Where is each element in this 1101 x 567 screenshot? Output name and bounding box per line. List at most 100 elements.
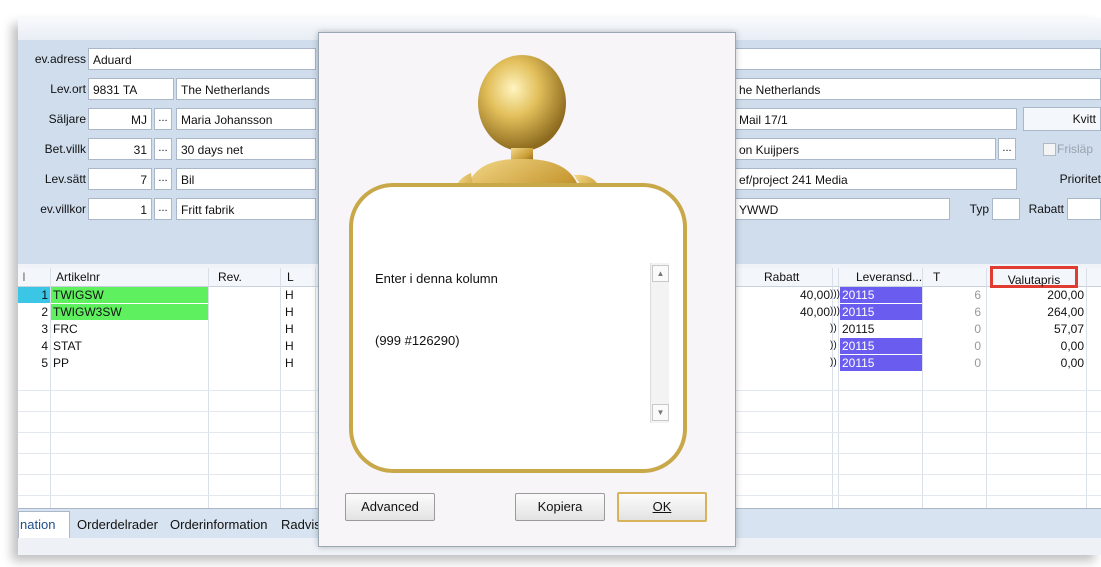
lev-villkor-label: ev.villkor (40, 202, 86, 216)
l-cell[interactable]: H (285, 321, 294, 337)
lev-country-field[interactable]: The Netherlands (176, 78, 316, 100)
t-header[interactable]: T (933, 268, 940, 286)
lev-satt-lookup-button[interactable]: ... (154, 168, 172, 190)
bet-villk-lookup-button[interactable]: ... (154, 138, 172, 160)
valutapris-cell[interactable]: 57,07 (988, 321, 1084, 337)
valutapris-cell[interactable]: 264,00 (988, 304, 1084, 320)
t-cell[interactable]: 0 (923, 355, 981, 371)
leveransd-cell[interactable]: 20115 (840, 355, 922, 371)
l-header[interactable]: L (287, 268, 294, 286)
lev-ort-label: Lev.ort (50, 82, 86, 96)
leveransd-cell[interactable]: 20115 (840, 338, 922, 354)
tab-orderinformation[interactable]: Orderinformation (170, 515, 268, 535)
lev-adress-label: ev.adress (34, 52, 86, 66)
l-cell[interactable]: H (285, 287, 294, 303)
lev-satt-code-field[interactable]: 7 (88, 168, 152, 190)
leveransd-cell[interactable]: 20115 (840, 304, 922, 320)
l-cell[interactable]: H (285, 304, 294, 320)
marker-cell: )) (830, 323, 837, 334)
ok-button[interactable]: OK (617, 492, 707, 522)
rabatt-field[interactable] (1067, 198, 1101, 220)
saljare-name-field[interactable]: Maria Johansson (176, 108, 316, 130)
t-cell[interactable]: 6 (923, 304, 981, 320)
message-text: Enter i denna kolumn (375, 271, 498, 286)
row-number-cell: 4 (41, 339, 48, 353)
row-number-cell: 1 (18, 287, 50, 303)
rabatt-header[interactable]: Rabatt (764, 268, 799, 286)
kopiera-button[interactable]: Kopiera (515, 493, 605, 521)
marker-cell: ))) (830, 289, 840, 300)
bet-villk-label: Bet.villk (44, 142, 86, 156)
t-cell[interactable]: 6 (923, 287, 981, 303)
bet-villk-code-field[interactable]: 31 (88, 138, 152, 160)
tab-information[interactable]: nation (20, 515, 55, 535)
artikelnr-cell[interactable]: STAT (53, 338, 82, 354)
kvitt-button[interactable]: Kvitt (1023, 107, 1101, 131)
tab-radvis[interactable]: Radvis (281, 515, 321, 535)
message-scrollbar[interactable]: ▲ ▼ (650, 263, 669, 423)
right-country-field[interactable]: he Netherlands (734, 78, 1101, 100)
grid-line (280, 268, 281, 508)
right-code-field[interactable]: YWWD (734, 198, 950, 220)
right-ref-field[interactable]: ef/project 241 Media (734, 168, 1017, 190)
typ-label: Typ (969, 202, 989, 216)
lev-satt-label: Lev.sätt (44, 172, 86, 186)
lev-villkor-name-field[interactable]: Fritt fabrik (176, 198, 316, 220)
saljare-label: Säljare (48, 112, 86, 126)
row-number-cell: 5 (41, 356, 48, 370)
valutapris-header[interactable]: Valutapris (990, 266, 1078, 288)
frislapp-checkbox[interactable] (1043, 143, 1056, 156)
message-code: (999 #126290) (375, 333, 460, 348)
artikelnr-cell[interactable]: FRC (53, 321, 78, 337)
artikelnr-cell[interactable]: PP (53, 355, 69, 371)
grid-line (986, 268, 987, 508)
bet-villk-name-field[interactable]: 30 days net (176, 138, 316, 160)
t-cell[interactable]: 0 (923, 321, 981, 337)
scroll-down-icon[interactable]: ▼ (652, 404, 669, 421)
leveransd-cell[interactable]: 20115 (840, 287, 922, 303)
lev-satt-name-field[interactable]: Bil (176, 168, 316, 190)
lev-adress-field[interactable]: Aduard (88, 48, 316, 70)
rev-header[interactable]: Rev. (218, 268, 242, 286)
marker-cell: )) (830, 340, 837, 351)
right-address-field[interactable] (734, 48, 1101, 70)
l-cell[interactable]: H (285, 355, 294, 371)
grid-line (1086, 268, 1087, 508)
leveransd-cell[interactable]: 20115 (842, 321, 874, 337)
marker-cell: ))) (830, 306, 840, 317)
lev-ort-field[interactable]: 9831 TA (88, 78, 174, 100)
right-contact-field[interactable]: on Kuijpers (734, 138, 996, 160)
message-dialog: Enter i denna kolumn (999 #126290) ▲ ▼ A… (318, 32, 736, 547)
artikelnr-cell[interactable]: TWIGSW (51, 287, 208, 303)
lev-villkor-code-field[interactable]: 1 (88, 198, 152, 220)
contact-lookup-button[interactable]: ... (998, 138, 1016, 160)
scroll-up-icon[interactable]: ▲ (652, 265, 669, 282)
rabatt-cell[interactable]: 40,00 (754, 287, 830, 303)
typ-field[interactable] (992, 198, 1020, 220)
prioritet-label: Prioritet (1059, 172, 1101, 186)
valutapris-cell[interactable]: 0,00 (988, 338, 1084, 354)
right-mail-field[interactable]: Mail 17/1 (734, 108, 1017, 130)
rabatt-label: Rabatt (1028, 202, 1064, 216)
grid-line (208, 268, 209, 508)
row-number-cell: 3 (41, 322, 48, 336)
tab-orderdelrader[interactable]: Orderdelrader (77, 515, 158, 535)
l-cell[interactable]: H (285, 338, 294, 354)
leveransd-header[interactable]: Leveransd... (856, 268, 922, 286)
row-number-header: l (22, 270, 26, 284)
saljare-lookup-button[interactable]: ... (154, 108, 172, 130)
valutapris-cell[interactable]: 0,00 (988, 355, 1084, 371)
row-number-cell: 2 (41, 305, 48, 319)
rabatt-cell[interactable]: 40,00 (754, 304, 830, 320)
valutapris-cell[interactable]: 200,00 (988, 287, 1084, 303)
frislapp-label: Frisläp (1057, 142, 1094, 156)
t-cell[interactable]: 0 (923, 338, 981, 354)
artikelnr-cell[interactable]: TWIGW3SW (51, 304, 208, 320)
advanced-button[interactable]: Advanced (345, 493, 435, 521)
lev-villkor-lookup-button[interactable]: ... (154, 198, 172, 220)
saljare-code-field[interactable]: MJ (88, 108, 152, 130)
marker-cell: )) (830, 357, 837, 368)
message-frame: Enter i denna kolumn (999 #126290) ▲ ▼ (349, 183, 687, 473)
grid-line (315, 268, 316, 508)
artikelnr-header[interactable]: Artikelnr (56, 268, 100, 286)
